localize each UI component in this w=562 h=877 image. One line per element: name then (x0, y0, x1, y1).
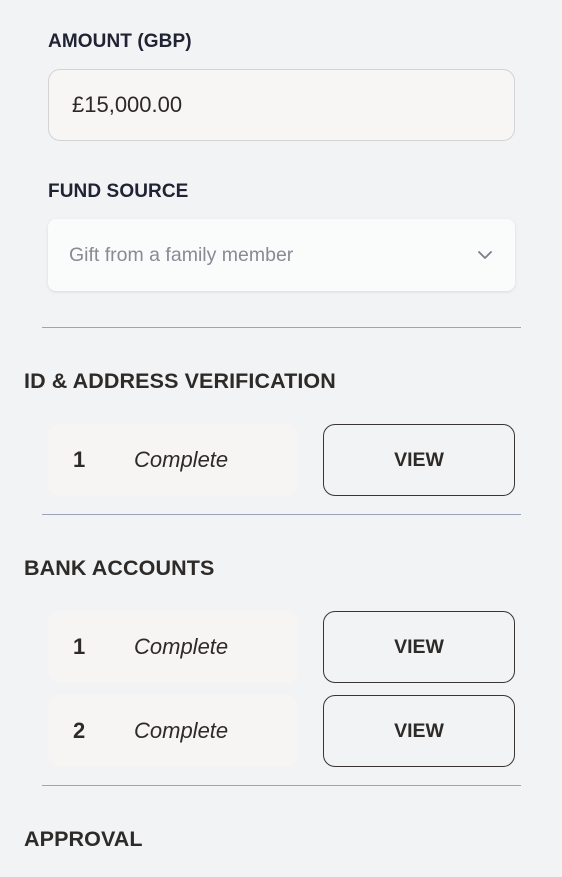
row-index: 1 (73, 447, 86, 472)
view-bank-account-1-button[interactable]: VIEW (323, 611, 515, 683)
row-status: Complete (134, 447, 229, 472)
id-verification-row: 1 Complete VIEW (48, 424, 515, 496)
amount-label: AMOUNT (GBP) (48, 31, 192, 52)
section-title-id-verification: ID & ADDRESS VERIFICATION (24, 369, 336, 393)
status-card: 1 Complete (48, 424, 298, 496)
bank-account-row: 1 Complete VIEW (48, 611, 515, 683)
divider (42, 514, 521, 515)
chevron-down-icon (478, 251, 492, 259)
row-index: 1 (73, 634, 86, 659)
status-card: 2 Complete (48, 695, 298, 767)
fund-source-label: FUND SOURCE (48, 181, 189, 202)
divider (42, 785, 521, 786)
row-status: Complete (134, 634, 229, 659)
amount-value: £15,000.00 (72, 92, 183, 117)
fund-source-select[interactable]: Gift from a family member (48, 219, 515, 291)
section-title-approval: APPROVAL (24, 827, 143, 851)
amount-input[interactable]: £15,000.00 (48, 69, 515, 141)
section-title-bank-accounts: BANK ACCOUNTS (24, 556, 215, 580)
status-card: 1 Complete (48, 611, 298, 683)
row-status: Complete (134, 718, 229, 743)
fund-source-selected-value: Gift from a family member (69, 243, 294, 266)
page: AMOUNT (GBP) £15,000.00 FUND SOURCE Gift… (0, 0, 562, 877)
row-index: 2 (73, 718, 86, 743)
view-id-verification-button[interactable]: VIEW (323, 424, 515, 496)
divider (42, 327, 521, 328)
view-bank-account-2-button[interactable]: VIEW (323, 695, 515, 767)
bank-account-row: 2 Complete VIEW (48, 695, 515, 767)
